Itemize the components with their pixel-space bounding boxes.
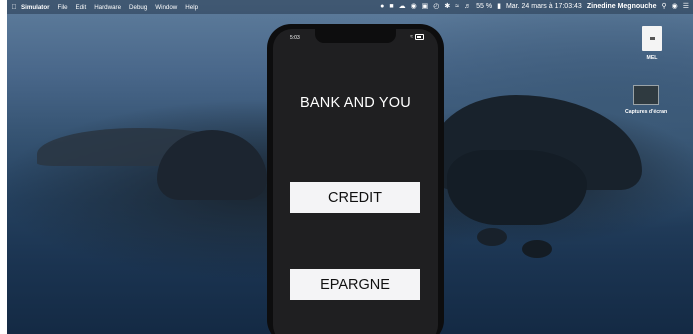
phone-notch	[315, 29, 396, 43]
wifi-icon[interactable]: ≈	[455, 0, 459, 14]
time-machine-icon[interactable]: ◴	[433, 0, 439, 14]
bluetooth-icon[interactable]: ✱	[444, 0, 450, 14]
menubar-user[interactable]: Zinedine Megnouche	[587, 0, 657, 14]
macos-menubar:  Simulator File Edit Hardware Debug Win…	[7, 0, 693, 14]
wifi-icon: ≈	[410, 34, 413, 40]
folder-image-icon	[633, 85, 660, 105]
apple-logo-icon[interactable]: 	[7, 4, 21, 11]
document-icon	[642, 26, 662, 51]
volume-icon[interactable]: ♬	[464, 0, 471, 14]
menu-edit[interactable]: Edit	[76, 4, 87, 11]
menu-hardware[interactable]: Hardware	[94, 4, 121, 11]
menu-debug[interactable]: Debug	[129, 4, 147, 11]
battery-icon	[415, 34, 424, 40]
desktop-icon-label: Captures d'écran	[625, 109, 668, 115]
desktop-screen:  Simulator File Edit Hardware Debug Win…	[7, 0, 693, 334]
airplay-icon[interactable]: ▣	[422, 0, 429, 14]
app-title: BANK AND YOU	[300, 95, 411, 111]
siri-icon[interactable]: ◉	[672, 0, 678, 14]
battery-percent[interactable]: 55 %	[476, 0, 492, 14]
spotlight-icon[interactable]: ⚲	[661, 0, 666, 14]
microphone-icon[interactable]: ●	[380, 0, 384, 14]
notification-center-icon[interactable]: ☰	[683, 0, 689, 14]
rock-silhouette	[522, 240, 552, 258]
menu-help[interactable]: Help	[185, 4, 198, 11]
status-indicators: ≈	[410, 34, 424, 40]
screen-record-icon[interactable]: ■	[389, 0, 393, 14]
desktop-icon-mel[interactable]: MEL	[642, 26, 662, 61]
menu-window[interactable]: Window	[155, 4, 177, 11]
battery-icon[interactable]: ▮	[497, 0, 501, 14]
island-silhouette	[447, 150, 587, 225]
status-time: 5:03	[290, 35, 300, 41]
sync-icon[interactable]: ◉	[411, 0, 417, 14]
menu-file[interactable]: File	[58, 4, 68, 11]
menu-simulator[interactable]: Simulator	[21, 4, 50, 11]
menubar-datetime[interactable]: Mar. 24 mars à 17:03:43	[506, 0, 582, 14]
phone-screen: 5:03 ≈ BANK AND YOU CREDIT EPARGNE	[273, 29, 438, 334]
rock-silhouette	[477, 228, 507, 246]
menubar-status-area: ● ■ ☁ ◉ ▣ ◴ ✱ ≈ ♬ 55 % ▮ Mar. 24 mars à …	[380, 0, 689, 14]
cloud-icon[interactable]: ☁	[399, 0, 406, 14]
epargne-button[interactable]: EPARGNE	[290, 269, 420, 300]
iphone-simulator: 5:03 ≈ BANK AND YOU CREDIT EPARGNE	[267, 24, 444, 334]
desktop-icon-captures[interactable]: Captures d'écran	[625, 85, 667, 115]
desktop-icon-label: MEL	[646, 55, 658, 61]
credit-button[interactable]: CREDIT	[290, 182, 420, 213]
